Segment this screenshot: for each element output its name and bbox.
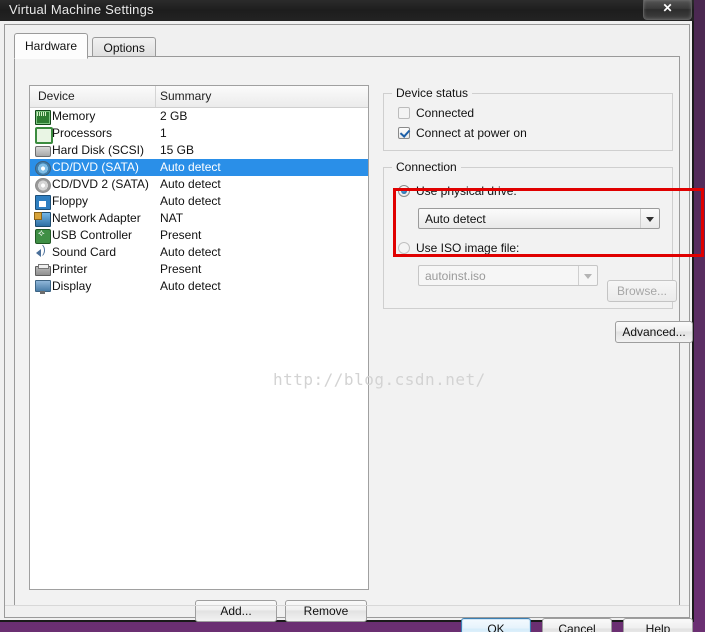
device-summary: Present (160, 228, 202, 242)
virtual-machine-settings-window: Virtual Machine Settings ✕ Hardware Opti… (0, 0, 704, 632)
device-summary: Auto detect (160, 279, 221, 293)
printer-icon (35, 264, 51, 276)
connection-title: Connection (392, 160, 461, 174)
window-title: Virtual Machine Settings (9, 2, 154, 17)
table-row[interactable]: CD/DVD 2 (SATA) Auto detect (30, 176, 368, 193)
network-adapter-icon (34, 212, 51, 227)
physical-drive-value: Auto detect (425, 212, 486, 226)
table-row[interactable]: Processors 1 (30, 125, 368, 144)
memory-icon (35, 110, 51, 125)
ok-button[interactable]: OK (461, 618, 531, 632)
device-list[interactable]: Device Summary Memory 2 GB Processors 1 (29, 85, 369, 590)
iso-path-dropdown[interactable]: autoinst.iso (418, 265, 598, 286)
device-summary: Auto detect (160, 194, 221, 208)
dialog-client-area: Hardware Options Device Summary Memory 2… (4, 24, 704, 632)
add-button[interactable]: Add... (195, 600, 277, 622)
device-list-header: Device Summary (30, 86, 368, 108)
title-bar: Virtual Machine Settings ✕ (0, 0, 694, 21)
device-name: CD/DVD (SATA) (52, 160, 139, 174)
column-divider[interactable] (155, 86, 156, 107)
device-summary: 2 GB (160, 109, 188, 123)
hardware-tab-panel: Device Summary Memory 2 GB Processors 1 (14, 56, 704, 622)
device-name: Printer (52, 262, 88, 276)
cancel-button[interactable]: Cancel (542, 618, 612, 632)
cd-dvd-2-icon (35, 178, 51, 193)
tab-hardware[interactable]: Hardware (14, 33, 89, 59)
device-status-title: Device status (392, 86, 473, 100)
device-name: USB Controller (52, 228, 133, 242)
display-icon (35, 280, 51, 294)
tab-strip: Hardware Options (14, 33, 156, 59)
close-icon[interactable]: ✕ (643, 0, 692, 20)
device-name: Display (52, 279, 92, 293)
connect-at-power-on-label: Connect at power on (416, 126, 527, 140)
help-button[interactable]: Help (623, 618, 693, 632)
table-row-selected[interactable]: CD/DVD (SATA) Auto detect (30, 159, 368, 176)
browse-button[interactable]: Browse... (607, 280, 677, 302)
table-row[interactable]: Display Auto detect (30, 278, 368, 295)
watermark-text: http://blog.csdn.net/ (273, 370, 486, 389)
device-summary: 1 (160, 126, 167, 140)
device-summary: Present (160, 262, 202, 276)
device-summary: Auto detect (160, 160, 221, 174)
table-row[interactable]: USB Controller Present (30, 227, 368, 244)
device-name: Sound Card (52, 245, 117, 259)
table-row[interactable]: Sound Card Auto detect (30, 244, 368, 261)
advanced-button[interactable]: Advanced... (615, 321, 693, 343)
table-row[interactable]: Floppy Auto detect (30, 193, 368, 210)
desktop-background: Virtual Machine Settings ✕ Hardware Opti… (0, 0, 705, 632)
iso-path-value: autoinst.iso (425, 269, 486, 283)
device-summary: Auto detect (160, 177, 221, 191)
device-name: Hard Disk (SCSI) (52, 143, 145, 157)
use-iso-image-label: Use ISO image file: (416, 241, 520, 255)
cd-dvd-icon (35, 161, 51, 176)
sound-card-icon (35, 244, 49, 259)
column-header-device[interactable]: Device (38, 89, 75, 103)
physical-drive-dropdown[interactable]: Auto detect (418, 208, 660, 229)
use-physical-drive-radio[interactable] (398, 185, 410, 197)
footer-divider (5, 605, 689, 606)
chevron-down-icon[interactable] (640, 209, 659, 228)
table-row[interactable]: Memory 2 GB (30, 108, 368, 125)
device-summary: Auto detect (160, 245, 221, 259)
table-row[interactable]: Hard Disk (SCSI) 15 GB (30, 142, 368, 159)
device-summary: 15 GB (160, 143, 195, 157)
device-name: CD/DVD 2 (SATA) (52, 177, 149, 191)
connected-label: Connected (416, 106, 475, 120)
table-row[interactable]: Network Adapter NAT (30, 210, 368, 227)
floppy-icon (35, 195, 51, 210)
device-summary: NAT (160, 211, 184, 225)
device-status-group: Device status Connected Connect at power… (383, 86, 673, 151)
remove-button[interactable]: Remove (285, 600, 367, 622)
device-name: Memory (52, 109, 96, 123)
device-name: Floppy (52, 194, 89, 208)
device-name: Processors (52, 126, 113, 140)
device-name: Network Adapter (52, 211, 141, 225)
chevron-down-icon[interactable] (578, 266, 597, 285)
hard-disk-icon (35, 146, 51, 157)
use-physical-drive-label: Use physical drive: (416, 184, 517, 198)
connect-at-power-on-checkbox[interactable] (398, 127, 410, 139)
table-row[interactable]: Printer Present (30, 261, 368, 278)
use-iso-image-radio[interactable] (398, 242, 410, 254)
connected-checkbox[interactable] (398, 107, 410, 119)
column-header-summary[interactable]: Summary (160, 89, 211, 103)
usb-controller-icon (35, 227, 51, 244)
